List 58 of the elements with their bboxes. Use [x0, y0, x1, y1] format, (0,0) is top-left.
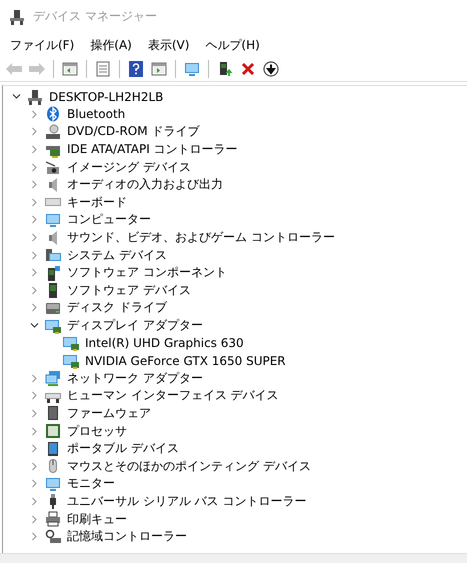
monitor-icon: [45, 212, 61, 228]
tree-item[interactable]: ディスク ドライブ: [67, 299, 167, 316]
tree-item[interactable]: ディスプレイ アダプター: [67, 317, 203, 334]
system-device-icon: [45, 247, 61, 264]
tree-item[interactable]: サウンド、ビデオ、およびゲーム コントローラー: [67, 229, 335, 246]
tree-item[interactable]: DESKTOP-LH2H2LB: [49, 90, 164, 104]
forward-arrow-icon: [28, 62, 46, 76]
display-adapter-icon: [63, 335, 79, 352]
menu-item[interactable]: 操作(A): [84, 34, 138, 56]
chevron-icon[interactable]: [12, 92, 20, 102]
disable-button[interactable]: [261, 59, 281, 79]
monitor-icon: [45, 476, 61, 492]
tree-item[interactable]: ソフトウェア コンポーネント: [67, 264, 227, 282]
tablet-icon: [45, 440, 61, 457]
tree-item[interactable]: ファームウェア: [67, 404, 151, 422]
window-panel-icon: [62, 61, 78, 77]
tree-item[interactable]: ユニバーサル シリアル バス コントローラー: [67, 492, 306, 510]
tree-item[interactable]: ヒューマン インターフェイス デバイス: [67, 387, 279, 404]
tree-item[interactable]: Bluetooth: [67, 107, 126, 122]
camera-icon: [45, 159, 61, 176]
tree-item[interactable]: オーディオの入力および出力: [67, 176, 223, 194]
tree-item[interactable]: コンピューター: [67, 211, 151, 228]
tree-item[interactable]: キーボード: [67, 194, 127, 211]
tree-item[interactable]: IDE ATA/ATAPI コントローラー: [67, 141, 238, 158]
tree-item[interactable]: イメージング デバイス: [67, 158, 191, 176]
display-adapter-icon: [63, 352, 79, 369]
tree-item[interactable]: DVD/CD-ROM ドライブ: [67, 123, 200, 140]
document-icon: [95, 61, 111, 77]
tree-item[interactable]: ネットワーク アダプター: [67, 370, 203, 387]
printer-icon: [45, 511, 61, 528]
network-icon: [45, 370, 61, 386]
display-adapter-icon: [45, 318, 61, 334]
menu-item[interactable]: ファイル(F): [4, 34, 80, 56]
tree-item[interactable]: 記憶域コントローラー: [67, 528, 187, 546]
monitor-icon: [184, 61, 200, 77]
close-icon: [240, 61, 256, 77]
tree-item[interactable]: モニター: [67, 475, 115, 492]
tree-item[interactable]: ポータブル デバイス: [67, 440, 179, 458]
tree-item[interactable]: システム デバイス: [67, 246, 167, 264]
driver-update-icon: [217, 61, 233, 77]
tree-item[interactable]: ソフトウェア デバイス: [67, 282, 191, 299]
back-arrow-icon: [5, 62, 23, 76]
menu-item[interactable]: 表示(V): [142, 34, 196, 56]
window-title: デバイス マネージャー: [33, 8, 157, 25]
help-button[interactable]: [126, 59, 146, 79]
tree-item[interactable]: マウスとそのほかのポインティング デバイス: [67, 458, 311, 475]
tree-item[interactable]: プロセッサ: [67, 422, 127, 440]
chevron-icon[interactable]: [30, 321, 38, 330]
help-icon: [128, 61, 144, 77]
bluetooth-icon: [45, 106, 61, 122]
tree-item[interactable]: Intel(R) UHD Graphics 630: [85, 336, 244, 350]
processor-icon: [45, 423, 61, 440]
disc-drive-icon: [45, 124, 61, 140]
software-component-icon: [45, 264, 61, 281]
window-panel-icon: [151, 61, 167, 77]
tree-item[interactable]: NVIDIA GeForce GTX 1650 SUPER: [85, 354, 286, 368]
menu-item[interactable]: ヘルプ(H): [199, 34, 266, 56]
tree-item[interactable]: 印刷キュー: [67, 510, 127, 528]
